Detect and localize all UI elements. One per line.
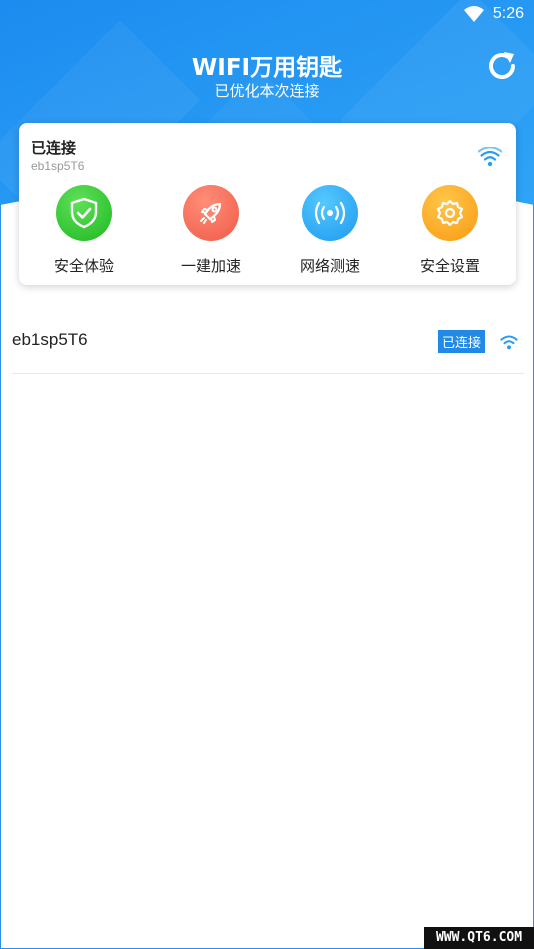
watermark: WWW.QT6.COM	[424, 927, 534, 949]
connection-status: 已连接	[31, 139, 77, 157]
security-settings-button[interactable]: 安全设置	[395, 185, 505, 276]
connected-badge: 已连接	[438, 330, 486, 353]
speed-test-button[interactable]: 网络测速	[275, 185, 385, 276]
speed-test-label: 网络测速	[299, 257, 360, 275]
wifi-signal-icon	[498, 332, 520, 354]
status-time: 5:26	[492, 5, 524, 22]
network-list-item[interactable]: eb1sp5T6 已连接	[12, 308, 524, 374]
rocket-icon	[183, 185, 239, 241]
security-check-label: 安全体验	[53, 257, 114, 275]
page-title: WIFI万用钥匙	[191, 55, 343, 81]
refresh-icon[interactable]	[484, 48, 520, 84]
shield-check-icon	[56, 185, 112, 241]
wifi-signal-icon	[477, 146, 503, 171]
status-bar: 5:26	[0, 0, 534, 30]
connection-card: 已连接 eb1sp5T6 安全体验 一建加速 网络测速 安全设置	[19, 123, 516, 285]
security-settings-label: 安全设置	[419, 257, 480, 275]
page-subtitle: 已优化本次连接	[214, 82, 320, 100]
connected-ssid: eb1sp5T6	[31, 159, 85, 173]
gear-icon	[422, 185, 478, 241]
network-ssid: eb1sp5T6	[12, 330, 88, 349]
speed-boost-button[interactable]: 一建加速	[156, 185, 266, 276]
signal-broadcast-icon	[302, 185, 358, 241]
speed-boost-label: 一建加速	[180, 257, 241, 275]
security-check-button[interactable]: 安全体验	[29, 185, 139, 276]
wifi-icon	[464, 6, 484, 26]
